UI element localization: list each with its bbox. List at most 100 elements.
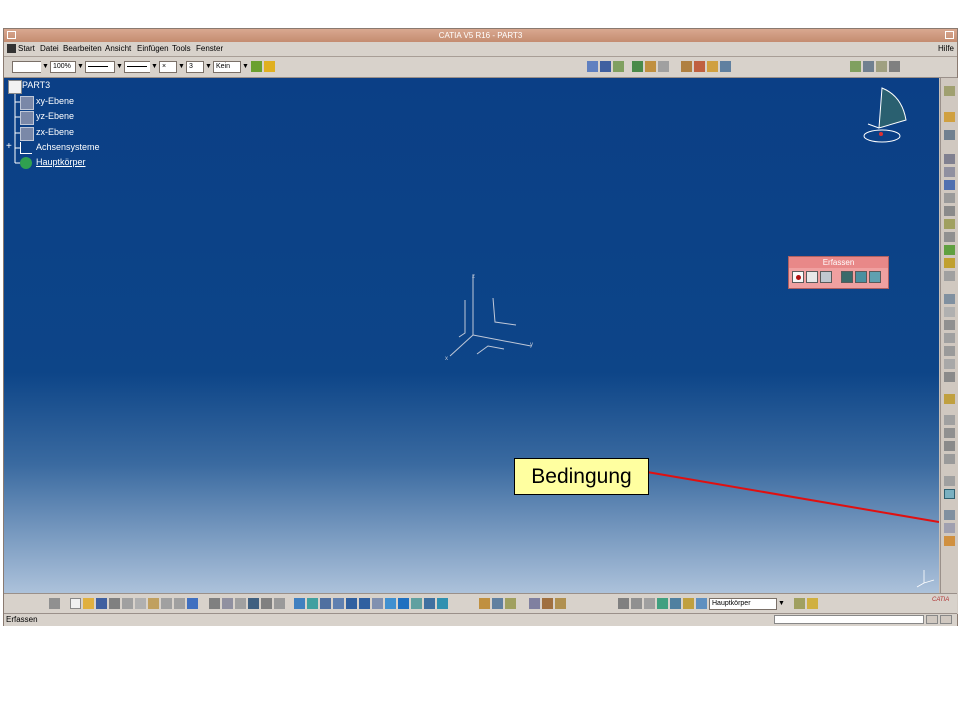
constraint-defined-icon[interactable]	[944, 476, 955, 486]
annotation-icon[interactable]	[944, 510, 955, 520]
chevron-down-icon[interactable]: ▼	[204, 61, 213, 73]
menu-tools[interactable]: Tools	[172, 44, 191, 53]
formula-icon[interactable]	[209, 598, 220, 609]
line-weight-number-field[interactable]: 3	[186, 61, 204, 73]
help-icon[interactable]	[187, 598, 198, 609]
body-icon[interactable]	[20, 157, 32, 169]
shell-icon[interactable]	[944, 394, 955, 404]
plane-icon[interactable]	[20, 111, 34, 125]
paste-icon[interactable]	[148, 598, 159, 609]
workbench-icon[interactable]	[944, 86, 955, 96]
chevron-down-icon[interactable]: ▼	[150, 61, 159, 73]
translation-icon[interactable]	[944, 415, 955, 425]
line-type-field[interactable]	[85, 61, 115, 73]
law-icon[interactable]	[261, 598, 272, 609]
render-icon[interactable]	[863, 61, 874, 72]
groove-icon[interactable]	[944, 193, 955, 203]
select-icon[interactable]	[806, 271, 818, 283]
sew-surface-icon[interactable]	[944, 333, 955, 343]
zoom-field[interactable]: 100%	[50, 61, 76, 73]
split-icon[interactable]	[944, 294, 955, 304]
multi-view-icon[interactable]	[385, 598, 396, 609]
menu-start[interactable]: Start	[18, 44, 35, 53]
fly-mode-icon[interactable]	[294, 598, 305, 609]
layer-field[interactable]: Kein	[213, 61, 241, 73]
menu-bearbeiten[interactable]: Bearbeiten	[63, 44, 102, 53]
painter-icon[interactable]	[251, 61, 262, 72]
rib-icon[interactable]	[944, 219, 955, 229]
chamfer-icon[interactable]	[944, 359, 955, 369]
command-button[interactable]	[940, 615, 952, 624]
system-menu-icon[interactable]	[7, 31, 16, 39]
plane-icon[interactable]	[20, 96, 34, 110]
view-capture-icon[interactable]	[855, 271, 867, 283]
inertia-icon[interactable]	[644, 598, 655, 609]
remove-icon[interactable]	[555, 598, 566, 609]
open-icon[interactable]	[83, 598, 94, 609]
tree-item-yz-ebene[interactable]: yz-Ebene	[36, 111, 74, 121]
zoom-in-icon[interactable]	[346, 598, 357, 609]
save-icon[interactable]	[96, 598, 107, 609]
tree-item-xy-ebene[interactable]: xy-Ebene	[36, 96, 74, 106]
define-work-object-icon[interactable]	[696, 598, 707, 609]
tree-item-hauptkoerper[interactable]: Hauptkörper	[36, 157, 86, 167]
pattern-icon[interactable]	[944, 441, 955, 451]
geometrical-set-icon[interactable]	[657, 598, 668, 609]
shading-mode-icon[interactable]	[411, 598, 422, 609]
chevron-down-icon[interactable]: ▼	[177, 61, 186, 73]
compass[interactable]	[863, 87, 907, 143]
solid-combine-icon[interactable]	[944, 245, 955, 255]
apply-material-icon[interactable]	[720, 61, 731, 72]
point-icon[interactable]	[587, 61, 598, 72]
record-icon[interactable]	[792, 271, 804, 283]
quick-print-icon[interactable]	[109, 598, 120, 609]
draft-analysis-icon[interactable]	[492, 598, 503, 609]
menu-datei[interactable]: Datei	[40, 44, 59, 53]
shading-icon[interactable]	[876, 61, 887, 72]
properties-icon[interactable]	[264, 61, 275, 72]
constraint-capture-icon[interactable]	[869, 271, 881, 283]
normal-view-icon[interactable]	[372, 598, 383, 609]
point-style-field[interactable]: ×	[159, 61, 177, 73]
close-surface-icon[interactable]	[944, 320, 955, 330]
shaft-icon[interactable]	[944, 180, 955, 190]
cut-icon[interactable]	[122, 598, 133, 609]
color-field[interactable]	[12, 61, 42, 73]
remove-loft-icon[interactable]	[944, 271, 955, 281]
pan-icon[interactable]	[320, 598, 331, 609]
chevron-down-icon[interactable]: ▼	[76, 61, 85, 73]
publication-icon[interactable]	[694, 61, 705, 72]
scan-icon[interactable]	[850, 61, 861, 72]
axis-system-icon[interactable]	[658, 61, 669, 72]
analysis-icon[interactable]	[479, 598, 490, 609]
loft-icon[interactable]	[944, 258, 955, 268]
thick-surface-icon[interactable]	[944, 307, 955, 317]
text-icon[interactable]	[944, 523, 955, 533]
axis-system-icon[interactable]	[20, 142, 32, 154]
mirror-icon[interactable]	[944, 428, 955, 438]
insert-body-icon[interactable]	[670, 598, 681, 609]
chevron-down-icon[interactable]: ▼	[41, 61, 50, 73]
menu-ansicht[interactable]: Ansicht	[105, 44, 131, 53]
chevron-down-icon[interactable]: ▼	[241, 61, 250, 73]
select-arrow-icon[interactable]	[944, 112, 955, 122]
annotation-icon[interactable]	[841, 271, 853, 283]
rotate-icon[interactable]	[333, 598, 344, 609]
part-icon[interactable]	[8, 80, 22, 94]
flag-icon[interactable]	[944, 536, 955, 546]
tree-root-part3[interactable]: PART3	[22, 80, 50, 90]
update-icon[interactable]	[807, 598, 818, 609]
tree-item-achsensysteme[interactable]: Achsensysteme	[36, 142, 100, 152]
table-icon[interactable]	[248, 598, 259, 609]
plane-icon[interactable]	[20, 127, 34, 141]
assemble-icon[interactable]	[542, 598, 553, 609]
sketch-icon[interactable]	[632, 61, 643, 72]
measure-between-icon[interactable]	[618, 598, 629, 609]
measure-item-icon[interactable]	[631, 598, 642, 609]
line-icon[interactable]	[600, 61, 611, 72]
scan-object-icon[interactable]	[794, 598, 805, 609]
hide-show-icon[interactable]	[424, 598, 435, 609]
pocket-icon[interactable]	[944, 167, 955, 177]
plane-icon[interactable]	[613, 61, 624, 72]
zoom-out-icon[interactable]	[359, 598, 370, 609]
